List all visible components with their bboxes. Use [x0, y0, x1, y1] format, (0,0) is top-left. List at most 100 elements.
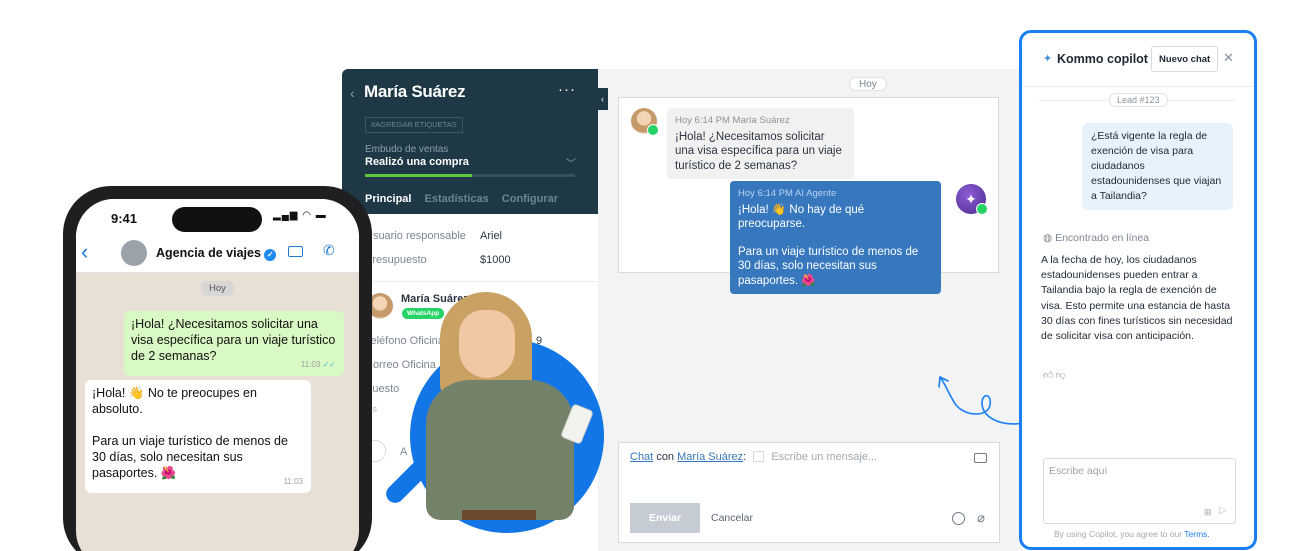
grid-icon[interactable]: ⊞ [1204, 507, 1212, 518]
chat-panel: Hoy Hoy 6:14 PM María Suárez ¡Hola! ¿Nec… [597, 69, 1022, 551]
composer-recipient-line: Chat con María Suárez: Escribe un mensaj… [630, 451, 877, 463]
message-meta: Hoy 6:14 PM María Suárez [675, 115, 790, 126]
field-value-responsible[interactable]: Ariel [480, 230, 502, 242]
message-input[interactable]: Escribe un mensaje... [771, 451, 877, 463]
message-text-line2: Para un viaje turístico de menos de 30 d… [92, 434, 288, 480]
whatsapp-header: ‹ Agencia de viajes ✓ ✆ [76, 235, 359, 273]
footer-text: By using Copilot, you agree to our [1054, 529, 1183, 539]
message-composer: Chat con María Suárez: Escribe un mensaj… [618, 442, 1000, 543]
video-call-icon[interactable] [288, 246, 303, 257]
lead-tag: Lead #123 [1109, 93, 1168, 107]
field-label-responsible: Usuario responsable [365, 230, 466, 242]
dynamic-island [172, 207, 262, 232]
copilot-input-box: ⊞ ▷ [1043, 458, 1236, 524]
ai-agent-avatar: ✦ [956, 184, 988, 215]
signal-wifi-battery-icons: ▂▄▆ ◠ ▬ [273, 210, 327, 221]
recipient-link[interactable]: María Suárez [677, 451, 743, 463]
thumbs-up-icon[interactable]: 👍︎ [1043, 370, 1055, 381]
cancel-button[interactable]: Cancelar [711, 512, 753, 524]
tab-configurar[interactable]: Configurar [502, 193, 558, 205]
sparkle-icon: ✦ [1043, 53, 1053, 65]
send-icon[interactable]: ▷ [1219, 505, 1227, 516]
con-label: con [656, 451, 675, 463]
copilot-answer: A la fecha de hoy, los ciudadanos estado… [1041, 254, 1233, 343]
ai-agent-message: Hoy 6:14 PM AI Agente ¡Hola! 👋 No hay de… [730, 181, 941, 294]
field-label-phone: Teléfono Oficina [365, 335, 444, 347]
colon-label: : [743, 451, 747, 463]
send-button[interactable]: Enviar [630, 503, 700, 533]
add-contact-label[interactable]: A [400, 446, 407, 458]
field-value-budget[interactable]: $1000 [480, 254, 511, 266]
copilot-input[interactable] [1049, 465, 1229, 477]
double-check-icon: ✓✓ [322, 360, 336, 369]
funnel-progress-bar [365, 174, 575, 177]
phone-call-icon[interactable]: ✆ [323, 242, 335, 259]
person-photo-face [459, 310, 515, 378]
add-tags-button[interactable]: #AGREGAR ETIQUETAS [365, 117, 463, 133]
paperclip-icon[interactable]: ⌀ [977, 510, 985, 526]
more-options-icon[interactable]: ··· [558, 81, 576, 98]
day-separator: Hoy [201, 281, 234, 296]
message-meta: Hoy 6:14 PM AI Agente [738, 188, 837, 199]
copilot-header: ✦ Kommo copilot Nuevo chat ✕ [1022, 33, 1254, 87]
person-photo-belt [462, 510, 536, 520]
message-text: ¡Hola! ¿Necesitamos solicitar una visa e… [675, 130, 842, 172]
feedback-icons: 👍︎👎︎ [1043, 369, 1068, 381]
whatsapp-icon [976, 203, 988, 215]
chevron-down-icon[interactable]: ﹀ [566, 155, 576, 170]
copilot-footer: By using Copilot, you agree to our Terms… [1054, 529, 1210, 539]
outgoing-message: ¡Hola! ¿Necesitamos solicitar una visa e… [124, 311, 344, 376]
copilot-title: Kommo copilot [1057, 52, 1148, 66]
whatsapp-badge: WhatsApp [402, 308, 445, 319]
chat-title-text: Agencia de viajes [156, 246, 261, 260]
message-time-text: 11:03 [300, 360, 321, 369]
lead-header: ‹ María Suárez ··· #AGREGAR ETIQUETAS Em… [342, 69, 598, 214]
emoji-icon[interactable] [952, 512, 965, 525]
globe-icon: ◍ [1043, 232, 1053, 244]
day-separator: Hoy [849, 77, 887, 91]
funnel-label: Embudo de ventas [365, 144, 449, 155]
copilot-panel: ✦ Kommo copilot Nuevo chat ✕ Lead #123 ¿… [1019, 30, 1257, 550]
person-photo-body [426, 380, 574, 520]
chat-title[interactable]: Agencia de viajes ✓ [156, 246, 277, 261]
funnel-stage-select[interactable]: Realizó una compra [365, 156, 469, 168]
conversation-card: Hoy 6:14 PM María Suárez ¡Hola! ¿Necesit… [618, 97, 999, 294]
message-time: 11:03 [283, 477, 303, 486]
divider [342, 281, 598, 282]
status-bar: 9:41 ▂▄▆ ◠ ▬ [76, 199, 359, 235]
funnel-progress-fill [365, 174, 473, 177]
lead-name: María Suárez [364, 82, 466, 101]
message-text-line2: Para un viaje turístico de menos de 30 d… [738, 245, 919, 287]
incoming-message: ¡Hola! 👋 No te preocupes en absoluto. Pa… [85, 380, 311, 493]
status-time: 9:41 [111, 211, 138, 226]
template-icon[interactable] [753, 451, 765, 462]
whatsapp-icon [647, 124, 659, 136]
field-label-budget: Presupuesto [365, 254, 427, 266]
contact-avatar [631, 108, 659, 136]
verified-badge-icon: ✓ [264, 249, 277, 261]
chat-avatar[interactable] [121, 240, 147, 266]
back-chevron-icon[interactable]: ‹ [81, 239, 88, 265]
whatsapp-screen: 9:41 ▂▄▆ ◠ ▬ ‹ Agencia de viajes ✓ ✆ Hoy… [76, 199, 359, 551]
user-question-bubble: ¿Está vigente la regla de exención de vi… [1082, 123, 1233, 210]
tab-principal[interactable]: Principal [365, 193, 411, 205]
keyboard-icon[interactable] [974, 453, 987, 463]
close-icon[interactable]: ✕ [1223, 50, 1234, 66]
back-chevron-icon[interactable]: ‹ [350, 85, 355, 101]
found-online-text: Encontrado en línea [1055, 232, 1150, 244]
thumbs-down-icon[interactable]: 👎︎ [1055, 370, 1067, 381]
tab-estadisticas[interactable]: Estadísticas [425, 193, 489, 205]
curved-arrow-decoration [938, 376, 1025, 425]
lead-tabs: Principal Estadísticas Configurar [365, 193, 568, 205]
chat-type-link[interactable]: Chat [630, 451, 653, 463]
phone-mockup: 9:41 ▂▄▆ ◠ ▬ ‹ Agencia de viajes ✓ ✆ Hoy… [63, 186, 372, 551]
terms-link[interactable]: Terms. [1184, 529, 1210, 539]
collapse-panel-icon[interactable]: ‹ [597, 88, 608, 110]
field-label-email: Correo Oficina [365, 359, 436, 371]
message-time: 11:03 ✓✓ [301, 357, 336, 373]
found-online-label: ◍ Encontrado en línea [1043, 232, 1149, 244]
message-text-line1: ¡Hola! 👋 No te preocupes en absoluto. [92, 386, 257, 416]
message-text-line1: ¡Hola! 👋 No hay de qué preocuparse. [738, 203, 865, 231]
inbound-message: Hoy 6:14 PM María Suárez ¡Hola! ¿Necesit… [667, 108, 854, 179]
new-chat-button[interactable]: Nuevo chat [1151, 46, 1219, 72]
